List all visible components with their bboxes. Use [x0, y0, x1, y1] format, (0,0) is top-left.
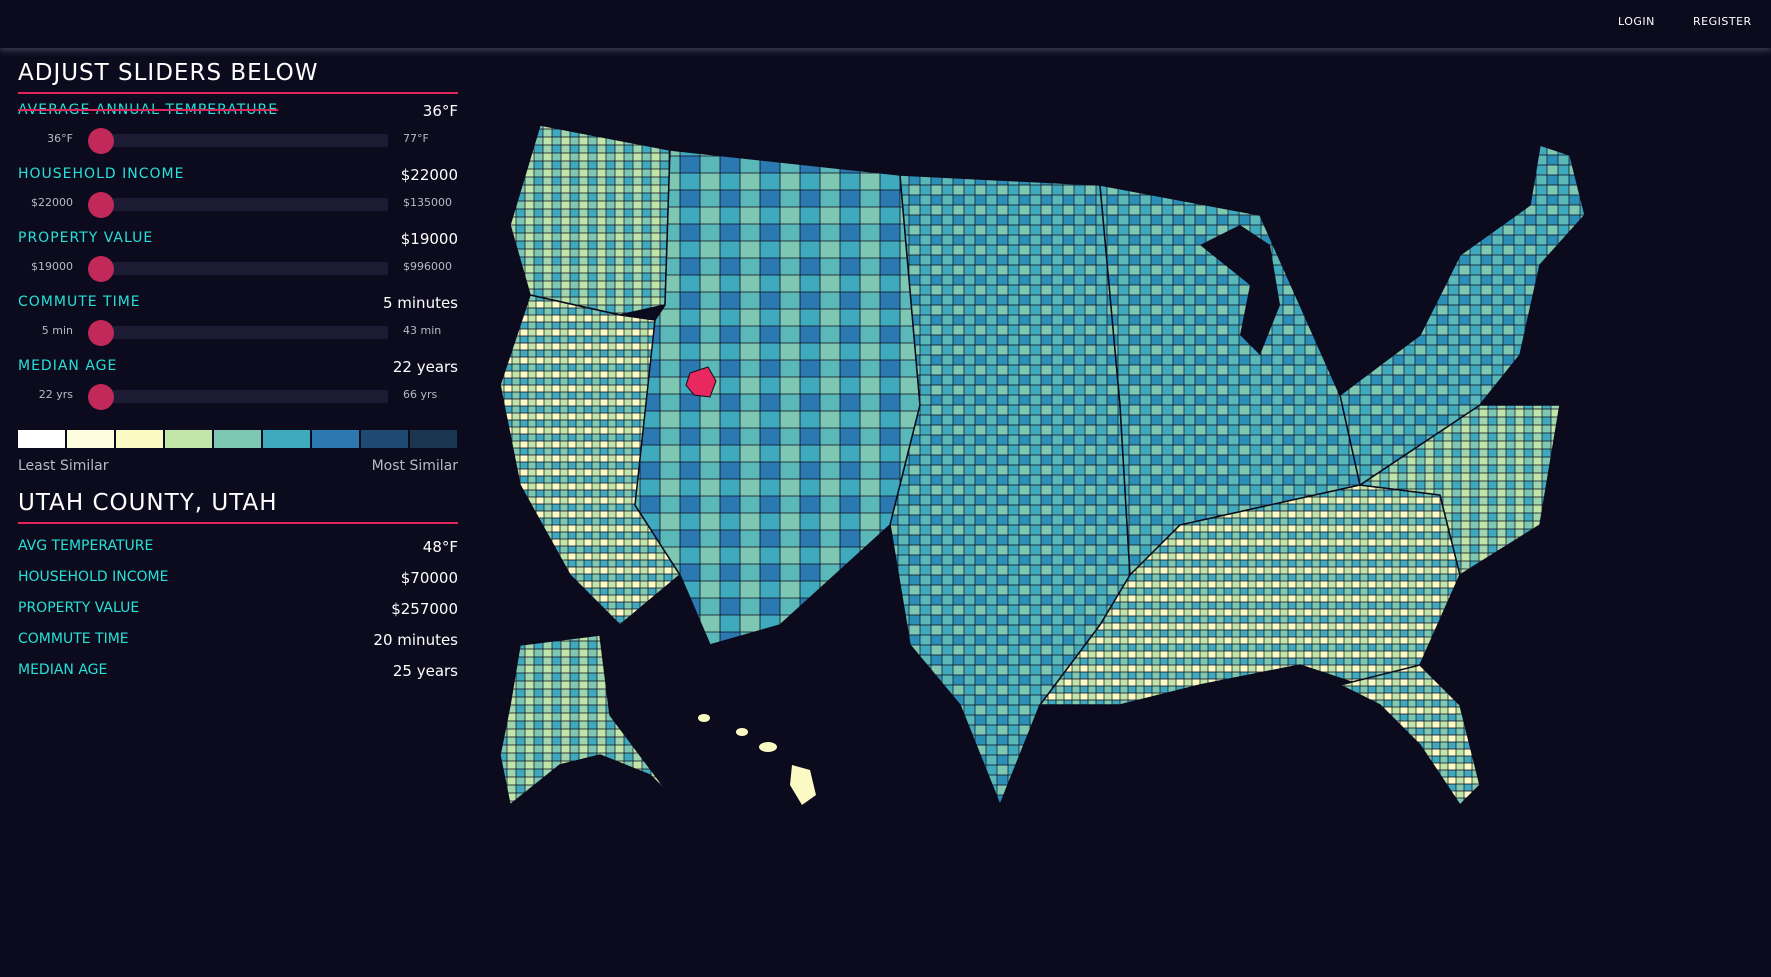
- slider-value: $22000: [400, 166, 458, 184]
- legend-swatch: [18, 430, 65, 448]
- slider-max-label: 77°F: [403, 132, 429, 145]
- legend-swatch: [361, 430, 408, 448]
- slider-track[interactable]: [88, 320, 388, 346]
- slider-label: HOUSEHOLD INCOME: [18, 166, 185, 182]
- similarity-legend: [18, 430, 458, 448]
- county-stat-row: AVG TEMPERATURE 48°F: [18, 530, 458, 561]
- slider-min-label: 5 min: [41, 324, 73, 337]
- contiguous-us: [499, 124, 1586, 808]
- slider-thumb[interactable]: [88, 192, 114, 218]
- stat-label: MEDIAN AGE: [18, 662, 108, 678]
- us-county-map[interactable]: [480, 105, 1750, 905]
- legend-labels: Least Similar Most Similar: [18, 454, 458, 480]
- legend-swatch: [263, 430, 310, 448]
- hawaii-island-3: [759, 742, 777, 752]
- legend-swatch: [410, 430, 457, 448]
- slider-block: HOUSEHOLD INCOME $22000 $22000 $135000: [18, 158, 458, 222]
- region-florida: [1337, 664, 1481, 807]
- stat-value: 25 years: [392, 662, 458, 680]
- stat-label: COMMUTE TIME: [18, 631, 129, 647]
- stat-value: $70000: [400, 569, 458, 587]
- register-link[interactable]: REGISTER: [1693, 15, 1752, 28]
- legend-swatch: [67, 430, 114, 448]
- sidebar-panel: ADJUST SLIDERS BELOW AVERAGE ANNUAL TEMP…: [18, 60, 458, 685]
- slider-max-label: 66 yrs: [403, 388, 438, 401]
- slider-min-label: $22000: [31, 196, 73, 209]
- legend-most-label: Most Similar: [371, 458, 458, 474]
- slider-min-label: 36°F: [47, 132, 73, 145]
- slider-max-label: 43 min: [403, 324, 442, 337]
- county-stat-row: HOUSEHOLD INCOME $70000: [18, 561, 458, 592]
- county-stats: AVG TEMPERATURE 48°F HOUSEHOLD INCOME $7000…: [18, 530, 458, 685]
- hawaii-island-big: [790, 765, 816, 805]
- legend-swatch: [165, 430, 212, 448]
- slider-max-label: $996000: [403, 260, 452, 273]
- slider-thumb[interactable]: [88, 384, 114, 410]
- county-title: UTAH COUNTY, UTAH: [18, 490, 458, 524]
- slider-value: $19000: [400, 230, 458, 248]
- legend-least-label: Least Similar: [18, 458, 109, 474]
- region-alaska: [499, 634, 671, 807]
- slider-block: PROPERTY VALUE $19000 $19000 $996000: [18, 222, 458, 286]
- slider-track[interactable]: [88, 192, 388, 218]
- login-link[interactable]: LOGIN: [1618, 15, 1655, 28]
- hawaii-island-2: [736, 728, 748, 736]
- stat-label: HOUSEHOLD INCOME: [18, 569, 169, 585]
- slider-list: AVERAGE ANNUAL TEMPERATURE 36°F 36°F 77°F HO…: [18, 94, 458, 414]
- region-mountain-west: [634, 149, 921, 646]
- legend-swatch: [312, 430, 359, 448]
- top-navigation-bar: LOGIN REGISTER: [0, 0, 1771, 48]
- slider-thumb[interactable]: [88, 128, 114, 154]
- slider-track[interactable]: [88, 256, 388, 282]
- stat-value: 20 minutes: [373, 631, 458, 649]
- stat-label: PROPERTY VALUE: [18, 600, 140, 616]
- slider-label: PROPERTY VALUE: [18, 230, 154, 246]
- stat-value: $257000: [391, 600, 458, 618]
- slider-track[interactable]: [88, 128, 388, 154]
- slider-min-label: $19000: [31, 260, 73, 273]
- slider-min-label: 22 yrs: [38, 388, 73, 401]
- slider-value: 36°F: [422, 102, 458, 120]
- legend-swatch: [116, 430, 163, 448]
- slider-label: AVERAGE ANNUAL TEMPERATURE: [18, 102, 279, 118]
- slider-thumb[interactable]: [88, 320, 114, 346]
- county-stat-row: COMMUTE TIME 20 minutes: [18, 623, 458, 654]
- slider-block: MEDIAN AGE 22 years 22 yrs 66 yrs: [18, 350, 458, 414]
- slider-value: 22 years: [392, 358, 458, 376]
- county-stat-row: MEDIAN AGE 25 years: [18, 654, 458, 685]
- slider-block: AVERAGE ANNUAL TEMPERATURE 36°F 36°F 77°F: [18, 94, 458, 158]
- slider-value: 5 minutes: [382, 294, 458, 312]
- slider-label: COMMUTE TIME: [18, 294, 141, 310]
- hawaii: [698, 714, 816, 805]
- county-stat-row: PROPERTY VALUE $257000: [18, 592, 458, 623]
- legend-swatch: [214, 430, 261, 448]
- slider-label: MEDIAN AGE: [18, 358, 118, 374]
- slider-track[interactable]: [88, 384, 388, 410]
- region-pacific-northwest: [509, 124, 671, 316]
- slider-block: COMMUTE TIME 5 minutes 5 min 43 min: [18, 286, 458, 350]
- slider-max-label: $135000: [403, 196, 452, 209]
- stat-value: 48°F: [422, 538, 458, 556]
- sliders-section-title: ADJUST SLIDERS BELOW: [18, 60, 458, 94]
- alaska: [499, 634, 671, 807]
- region-great-plains: [889, 174, 1131, 808]
- stat-label: AVG TEMPERATURE: [18, 538, 154, 554]
- hawaii-island-1: [698, 714, 710, 722]
- slider-thumb[interactable]: [88, 256, 114, 282]
